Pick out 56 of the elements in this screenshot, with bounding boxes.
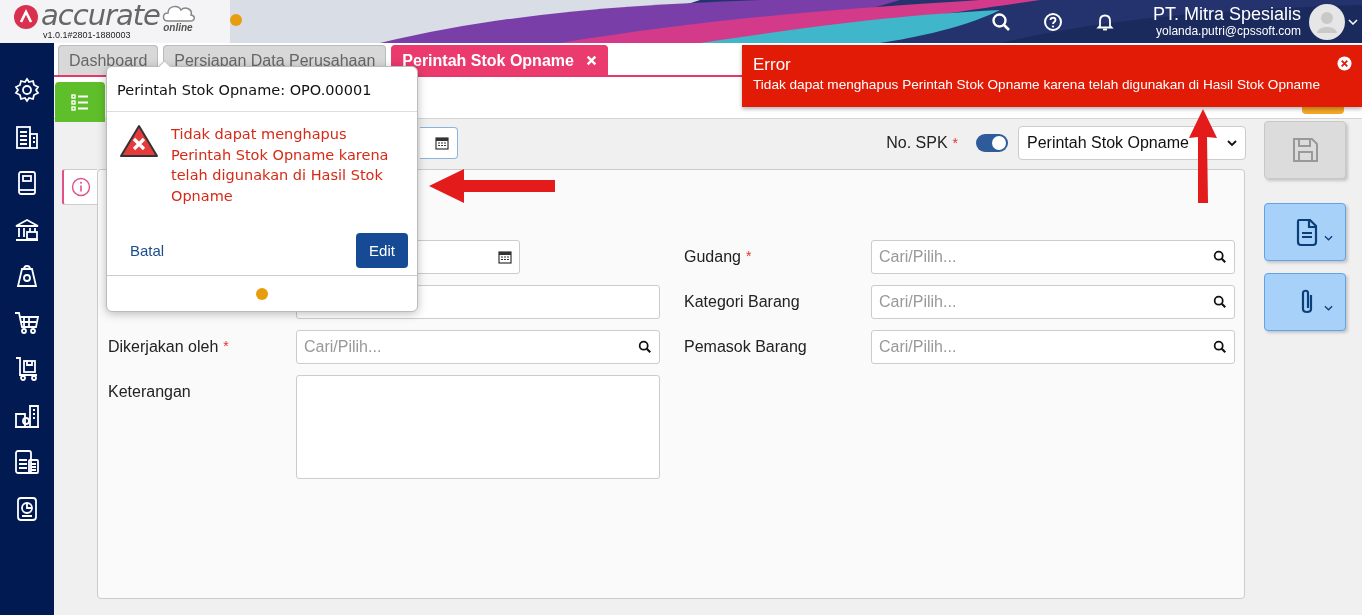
- status-dot: [229, 14, 242, 26]
- status-dot: [256, 287, 268, 300]
- gear-icon[interactable]: [13, 76, 41, 104]
- list-button[interactable]: [55, 82, 105, 122]
- list-icon: [70, 92, 90, 112]
- calendar-icon[interactable]: [498, 250, 512, 264]
- logo-wordmark: accurate: [41, 0, 160, 31]
- toast-message: Tidak dapat menghapus Perintah Stok Opname karena telah digunakan di Hasil Stok Opname: [753, 76, 1320, 94]
- search-icon[interactable]: [1213, 340, 1227, 354]
- info-icon: [70, 177, 91, 197]
- document-button[interactable]: [1264, 203, 1346, 261]
- search-field[interactable]: Cari/Pilih...: [871, 330, 1235, 364]
- help-icon[interactable]: [1042, 11, 1063, 32]
- error-message: Tidak dapat menghapus Perintah Stok Opname karena telah digunakan di Hasil Stok Opname: [171, 125, 390, 206]
- search-field[interactable]: Cari/Pilih...: [871, 285, 1235, 319]
- info-tab[interactable]: [62, 169, 97, 205]
- tab[interactable]: Perintah Stok Opname: [391, 45, 608, 75]
- calc-icon[interactable]: [13, 448, 41, 476]
- close-icon[interactable]: [585, 55, 597, 66]
- toggle-switch[interactable]: [976, 134, 1008, 152]
- chevron-icon: [1227, 140, 1237, 146]
- caret-icon: [1323, 235, 1333, 241]
- logo-subtitle: online: [163, 22, 193, 33]
- search-icon[interactable]: [1213, 295, 1227, 309]
- avatar-icon[interactable]: [1309, 3, 1345, 40]
- field-label: Pemasok Barang: [684, 338, 807, 356]
- date-field[interactable]: [420, 127, 458, 159]
- caret-icon: [1323, 305, 1333, 311]
- field-label: Keterangan: [108, 383, 191, 401]
- calendar-icon[interactable]: [435, 136, 449, 150]
- version-text: v1.0.1#2801-1880003: [43, 31, 132, 40]
- save-icon: [1290, 135, 1320, 165]
- user-email: yolanda.putri@cpssoft.com: [1156, 24, 1301, 39]
- company-name: PT. Mitra Spesialis: [1152, 4, 1301, 24]
- caret-icon[interactable]: [1348, 18, 1358, 25]
- field-label: Dikerjakan oleh: [108, 338, 219, 356]
- toast-title: Error: [753, 55, 791, 75]
- required-mark: *: [952, 135, 958, 151]
- search-field[interactable]: Cari/Pilih...: [871, 240, 1235, 274]
- field-label: Kategori Barang: [684, 293, 800, 311]
- required-mark: *: [745, 248, 752, 266]
- logo-icon: [14, 5, 38, 29]
- required-mark: *: [223, 338, 229, 356]
- edit-button[interactable]: Edit: [356, 232, 408, 268]
- error-icon: [119, 124, 159, 158]
- popover-title: Perintah Stok Opname: OPO.00001: [107, 67, 417, 112]
- spk-label: No. SPK: [886, 134, 948, 152]
- close-icon[interactable]: [1337, 56, 1352, 71]
- search-field[interactable]: Cari/Pilih...: [296, 330, 660, 364]
- attachment-button[interactable]: [1264, 273, 1346, 331]
- search-icon[interactable]: [1213, 250, 1227, 264]
- search-icon[interactable]: [638, 340, 652, 354]
- spk-select[interactable]: Perintah Stok Opname: [1018, 126, 1246, 160]
- field-label: Gudang: [684, 248, 741, 266]
- cancel-button[interactable]: Batal: [130, 241, 165, 259]
- search-icon[interactable]: [990, 11, 1011, 32]
